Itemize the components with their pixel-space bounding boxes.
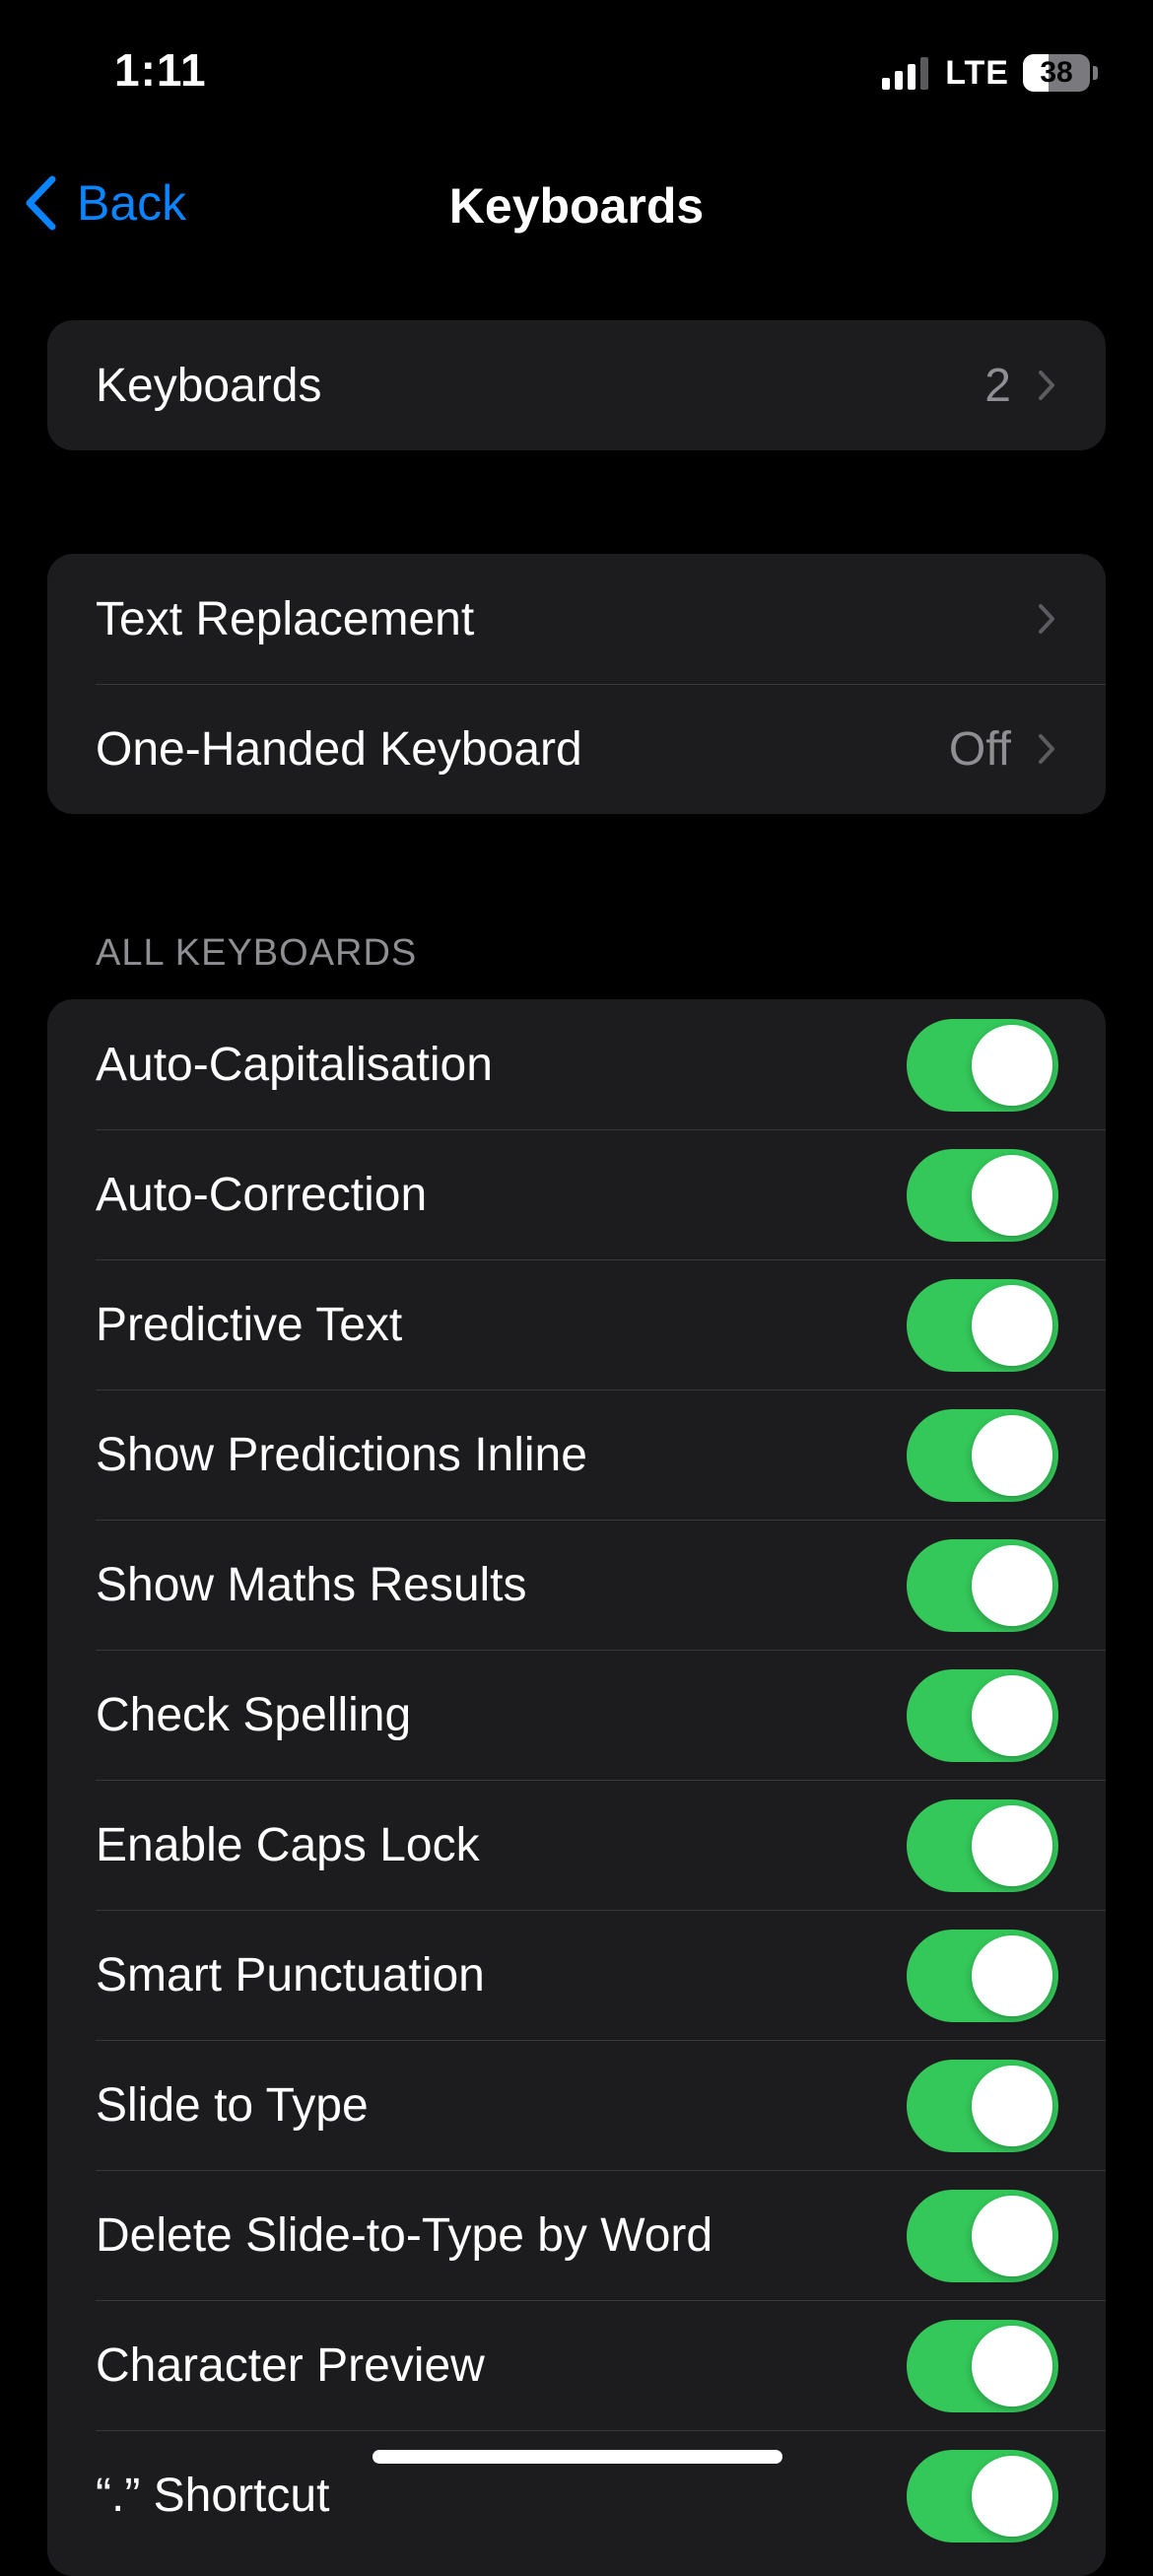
setting-toggle[interactable] — [907, 1149, 1058, 1242]
battery-icon: 38 — [1023, 54, 1090, 92]
navigation-bar: Back Keyboards — [0, 158, 1153, 248]
setting-toggle[interactable] — [907, 1539, 1058, 1632]
home-indicator[interactable] — [373, 2450, 782, 2464]
setting-label: Predictive Text — [96, 1298, 403, 1351]
setting-row: Show Predictions Inline — [47, 1390, 1106, 1520]
toggle-knob — [972, 1285, 1052, 1366]
one-handed-keyboard-row[interactable]: One-Handed Keyboard Off — [47, 684, 1106, 814]
battery-cap — [1093, 66, 1098, 80]
setting-row: Slide to Type — [47, 2040, 1106, 2170]
battery-percentage: 38 — [1040, 56, 1073, 89]
setting-label: Smart Punctuation — [96, 1948, 485, 2001]
network-type: LTE — [945, 53, 1009, 92]
setting-label: Character Preview — [96, 2339, 485, 2392]
setting-row: Predictive Text — [47, 1259, 1106, 1390]
toggle-knob — [972, 2196, 1052, 2276]
one-handed-keyboard-label: One-Handed Keyboard — [96, 722, 582, 776]
status-time: 1:11 — [114, 44, 207, 96]
keyboards-group: Keyboards 2 — [47, 320, 1106, 450]
setting-row: Character Preview — [47, 2300, 1106, 2430]
setting-label: Delete Slide-to-Type by Word — [96, 2208, 713, 2262]
toggle-knob — [972, 1155, 1052, 1236]
setting-row: Auto-Correction — [47, 1129, 1106, 1259]
status-indicators: LTE 38 — [882, 51, 1098, 95]
page-title: Keyboards — [448, 178, 705, 234]
setting-toggle[interactable] — [907, 2060, 1058, 2152]
section-header-all-keyboards: ALL KEYBOARDS — [96, 932, 418, 974]
toggle-knob — [972, 1675, 1052, 1756]
toggle-knob — [972, 1935, 1052, 2016]
keyboards-count: 2 — [984, 359, 1011, 412]
chevron-right-icon — [1039, 371, 1054, 400]
setting-toggle[interactable] — [907, 2450, 1058, 2542]
setting-toggle[interactable] — [907, 1669, 1058, 1762]
all-keyboards-group: Auto-Capitalisation Auto-Correction Predic… — [47, 999, 1106, 2576]
toggle-knob — [972, 1545, 1052, 1626]
status-bar: 1:11 LTE 38 — [0, 0, 1153, 148]
setting-label: Show Predictions Inline — [96, 1428, 587, 1481]
chevron-right-icon — [1039, 734, 1054, 764]
setting-toggle[interactable] — [907, 1279, 1058, 1372]
text-replacement-row[interactable]: Text Replacement — [47, 554, 1106, 684]
setting-row: Enable Caps Lock — [47, 1780, 1106, 1910]
cellular-signal-icon — [882, 56, 933, 90]
toggle-knob — [972, 2066, 1052, 2146]
text-options-group: Text Replacement One-Handed Keyboard Off — [47, 554, 1106, 814]
setting-label: Slide to Type — [96, 2078, 369, 2132]
setting-toggle[interactable] — [907, 1019, 1058, 1112]
setting-row: Check Spelling — [47, 1650, 1106, 1780]
setting-label: Enable Caps Lock — [96, 1818, 480, 1871]
text-replacement-label: Text Replacement — [96, 592, 475, 645]
toggle-knob — [972, 1805, 1052, 1886]
setting-label: Auto-Correction — [96, 1168, 428, 1221]
setting-label: “.” Shortcut — [96, 2469, 330, 2522]
setting-row: Show Maths Results — [47, 1520, 1106, 1650]
setting-label: Show Maths Results — [96, 1558, 527, 1611]
setting-label: Auto-Capitalisation — [96, 1038, 493, 1091]
one-handed-keyboard-value: Off — [948, 722, 1011, 776]
setting-toggle[interactable] — [907, 2190, 1058, 2282]
setting-toggle[interactable] — [907, 1799, 1058, 1892]
setting-toggle[interactable] — [907, 1409, 1058, 1502]
keyboards-row[interactable]: Keyboards 2 — [47, 320, 1106, 450]
setting-toggle[interactable] — [907, 1930, 1058, 2022]
toggle-knob — [972, 2456, 1052, 2537]
setting-row: Auto-Capitalisation — [47, 999, 1106, 1129]
setting-label: Check Spelling — [96, 1688, 412, 1741]
setting-row: Smart Punctuation — [47, 1910, 1106, 2040]
toggle-knob — [972, 2326, 1052, 2407]
toggle-knob — [972, 1025, 1052, 1106]
toggle-knob — [972, 1415, 1052, 1496]
chevron-right-icon — [1039, 604, 1054, 634]
setting-row: Delete Slide-to-Type by Word — [47, 2170, 1106, 2300]
keyboards-label: Keyboards — [96, 359, 322, 412]
setting-toggle[interactable] — [907, 2320, 1058, 2412]
